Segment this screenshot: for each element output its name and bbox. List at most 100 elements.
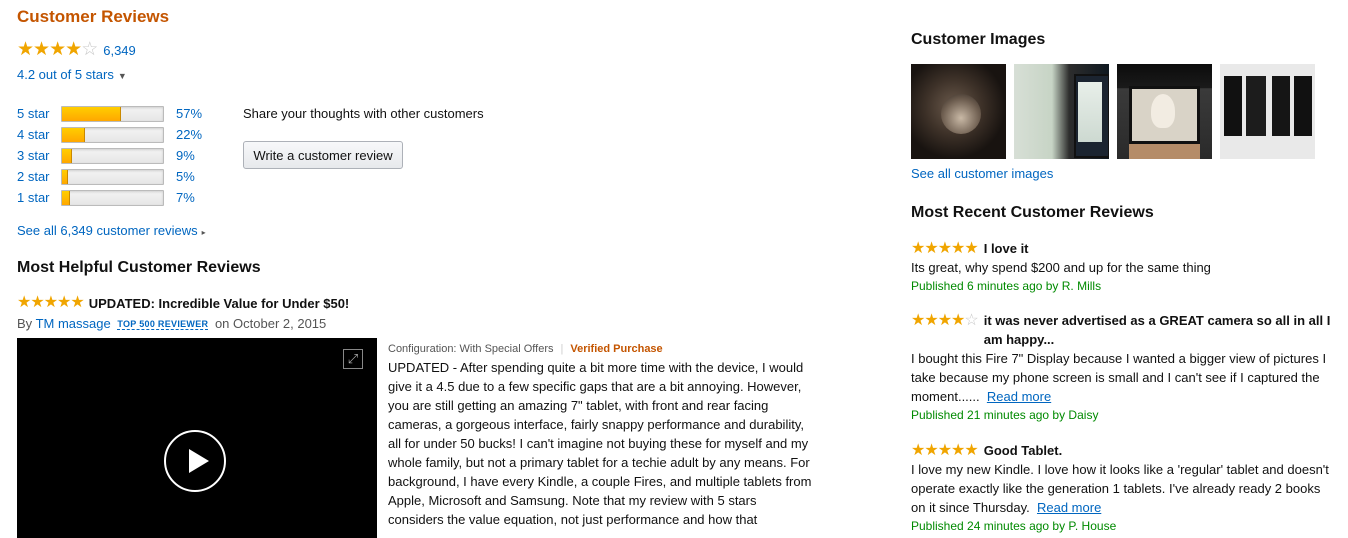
review-video-player[interactable]: ⤢ xyxy=(17,338,377,538)
rating-summary-text: 4.2 out of 5 stars xyxy=(17,67,114,82)
star-full-icon: ★ xyxy=(65,39,82,60)
star-full-icon: ★ xyxy=(911,240,925,257)
rating-summary-dropdown[interactable]: 4.2 out of 5 stars ▼ xyxy=(17,67,127,82)
play-icon[interactable] xyxy=(164,430,226,492)
histogram-fill xyxy=(62,148,73,163)
star-empty-icon: ☆ xyxy=(81,39,98,60)
histogram-label[interactable]: 1 star xyxy=(17,190,61,205)
review-stars: ★★★★☆ xyxy=(911,311,979,330)
write-review-button[interactable]: Write a customer review xyxy=(243,141,403,169)
customer-image-owl[interactable] xyxy=(1117,64,1212,159)
star-full-icon: ★ xyxy=(17,294,31,311)
star-full-icon: ★ xyxy=(70,294,84,311)
star-full-icon: ★ xyxy=(33,39,50,60)
star-full-icon: ★ xyxy=(924,240,938,257)
overall-rating[interactable]: ★★★★☆ 6,349 xyxy=(17,40,136,60)
published-text: Published 24 minutes ago by P. House xyxy=(911,519,1117,533)
recent-review: ★★★★★ I love it Its great, why spend $20… xyxy=(911,239,1336,296)
histogram-percent[interactable]: 9% xyxy=(176,148,195,163)
by-text: By xyxy=(17,316,33,331)
reviewer-badge[interactable]: TOP 500 REVIEWER xyxy=(117,319,209,330)
recent-review-body: I bought this Fire 7" Display because I … xyxy=(911,349,1336,406)
see-all-reviews-link[interactable]: See all 6,349 customer reviews ▸ xyxy=(17,223,206,238)
histogram-label[interactable]: 3 star xyxy=(17,148,61,163)
histogram-fill xyxy=(62,190,71,205)
star-full-icon: ★ xyxy=(49,39,66,60)
star-full-icon: ★ xyxy=(951,442,965,459)
histogram-label[interactable]: 2 star xyxy=(17,169,61,184)
histogram-bar[interactable] xyxy=(61,168,164,185)
histogram-bar[interactable] xyxy=(61,105,164,122)
review-stars: ★★★★★ xyxy=(911,239,979,258)
histogram-label[interactable]: 5 star xyxy=(17,106,61,121)
histogram-percent[interactable]: 22% xyxy=(176,127,202,142)
see-all-images-link[interactable]: See all customer images xyxy=(911,166,1053,181)
most-recent-heading: Most Recent Customer Reviews xyxy=(911,204,1154,221)
helpful-review-body: UPDATED - After spending quite a bit mor… xyxy=(388,360,812,527)
histogram-label[interactable]: 4 star xyxy=(17,127,61,142)
customer-image-tablets[interactable] xyxy=(1014,64,1109,159)
recent-review-body: I love my new Kindle. I love how it look… xyxy=(911,460,1336,517)
recent-review-title[interactable]: it was never advertised as a GREAT camer… xyxy=(984,311,1336,349)
histogram-row-5[interactable]: 5 star 57% xyxy=(17,103,202,124)
customer-image-monkey[interactable] xyxy=(911,64,1006,159)
divider: | xyxy=(560,343,564,355)
author-link[interactable]: TM massage xyxy=(36,316,111,331)
histogram-bar[interactable] xyxy=(61,147,164,164)
star-empty-icon: ☆ xyxy=(964,312,978,329)
published-text: Published 21 minutes ago by Daisy xyxy=(911,408,1099,422)
star-full-icon: ★ xyxy=(937,442,952,459)
review-stars: ★★★★★ xyxy=(17,294,85,312)
histogram-percent[interactable]: 5% xyxy=(176,169,195,184)
star-full-icon: ★ xyxy=(911,312,925,329)
histogram-bar[interactable] xyxy=(61,126,164,143)
chevron-right-icon: ▸ xyxy=(201,228,206,237)
review-date: on October 2, 2015 xyxy=(214,316,327,331)
overall-stars: ★★★★☆ xyxy=(17,39,98,60)
review-byline: By TM massage TOP 500 REVIEWER on Octobe… xyxy=(17,316,326,331)
read-more-link[interactable]: Read more xyxy=(987,389,1051,404)
recent-review-title[interactable]: Good Tablet. xyxy=(984,441,1062,460)
star-full-icon: ★ xyxy=(17,39,34,60)
customer-reviews-title: Customer Reviews xyxy=(17,7,170,26)
histogram-fill xyxy=(62,106,121,121)
histogram-percent[interactable]: 7% xyxy=(176,190,195,205)
star-full-icon: ★ xyxy=(951,240,965,257)
star-full-icon: ★ xyxy=(924,442,938,459)
review-stars: ★★★★★ xyxy=(911,441,979,460)
see-all-reviews-text: See all 6,349 customer reviews xyxy=(17,223,198,238)
star-full-icon: ★ xyxy=(937,312,952,329)
helpful-review-header: ★★★★★ UPDATED: Incredible Value for Unde… xyxy=(17,294,349,312)
customer-images-heading: Customer Images xyxy=(911,31,1046,48)
histogram-percent[interactable]: 57% xyxy=(176,106,202,121)
share-thoughts-text: Share your thoughts with other customers xyxy=(243,106,484,121)
histogram-row-2[interactable]: 2 star 5% xyxy=(17,166,202,187)
most-helpful-heading: Most Helpful Customer Reviews xyxy=(17,259,261,276)
star-full-icon: ★ xyxy=(951,312,965,329)
histogram-fill xyxy=(62,127,86,142)
histogram-row-3[interactable]: 3 star 9% xyxy=(17,145,202,166)
star-full-icon: ★ xyxy=(937,240,952,257)
customer-image-size-comparison[interactable] xyxy=(1220,64,1315,159)
recent-review-title[interactable]: I love it xyxy=(984,239,1029,258)
histogram-row-1[interactable]: 1 star 7% xyxy=(17,187,202,208)
star-full-icon: ★ xyxy=(57,294,71,311)
star-full-icon: ★ xyxy=(911,442,925,459)
configuration-text: Configuration: With Special Offers xyxy=(388,343,554,355)
star-full-icon: ★ xyxy=(924,312,938,329)
review-count-link[interactable]: 6,349 xyxy=(103,43,136,58)
star-full-icon: ★ xyxy=(30,294,44,311)
recent-review-text: I love my new Kindle. I love how it look… xyxy=(911,462,1329,515)
histogram-bar[interactable] xyxy=(61,189,164,206)
read-more-link[interactable]: Read more xyxy=(1037,500,1101,515)
recent-review-text: I bought this Fire 7" Display because I … xyxy=(911,351,1327,404)
published-text: Published 6 minutes ago by R. Mills xyxy=(911,279,1102,293)
verified-purchase-badge: Verified Purchase xyxy=(570,343,663,355)
star-full-icon: ★ xyxy=(964,442,978,459)
review-meta: Configuration: With Special Offers | Verif… xyxy=(388,343,663,355)
star-full-icon: ★ xyxy=(43,294,58,311)
recent-review: ★★★★☆ it was never advertised as a GREAT… xyxy=(911,311,1336,425)
histogram-row-4[interactable]: 4 star 22% xyxy=(17,124,202,145)
helpful-review-title[interactable]: UPDATED: Incredible Value for Under $50! xyxy=(89,296,350,311)
expand-icon[interactable]: ⤢ xyxy=(343,349,363,369)
